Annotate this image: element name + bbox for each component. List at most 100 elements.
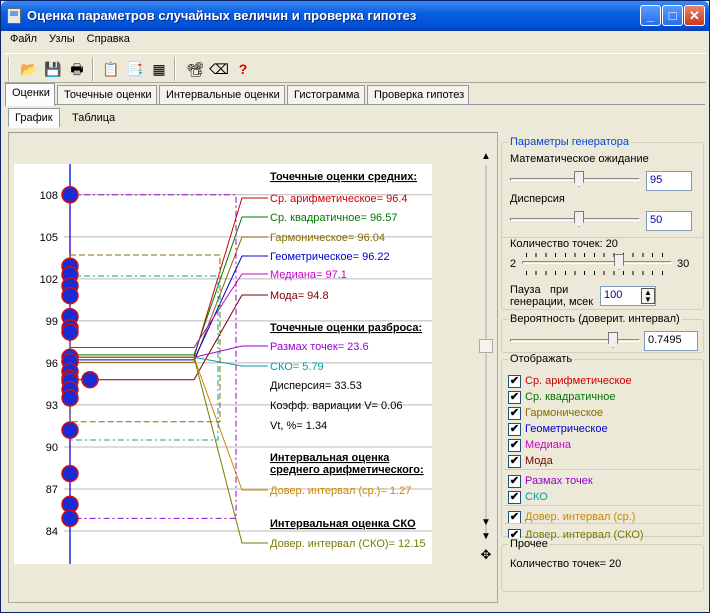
label-int_sko_title: Интервальная оценка СКО	[270, 518, 416, 530]
pause-label-3: генерации, мсек	[510, 296, 594, 308]
main-window: Оценка параметров случайных величин и пр…	[0, 0, 710, 613]
display-divider	[504, 523, 701, 524]
display-label-4: Медиана	[525, 439, 572, 451]
label-var: Коэфф. вариации V= 0.06	[270, 400, 402, 412]
connector-median	[70, 273, 268, 348]
window-title: Оценка параметров случайных величин и пр…	[27, 8, 417, 23]
tab-histogram[interactable]: Гистограмма	[287, 85, 365, 105]
display-checkbox-0[interactable]: ✔	[508, 375, 521, 388]
range-box	[69, 194, 237, 519]
copy-icon[interactable]: 📋	[100, 58, 122, 80]
close-button[interactable]: ✕	[684, 5, 705, 26]
app-icon	[7, 8, 21, 24]
y-tick-label: 87	[46, 484, 58, 496]
tab-point-estimates[interactable]: Точечные оценки	[57, 85, 157, 105]
probability-title: Вероятность (доверит. интервал)	[508, 313, 682, 325]
tab-graph[interactable]: График	[8, 108, 60, 128]
scroll-up-arrow[interactable]: ▲	[479, 151, 493, 163]
display-checkbox-6[interactable]: ✔	[508, 475, 521, 488]
tab-interval-estimates[interactable]: Интервальные оценки	[159, 85, 285, 105]
count-label: Количество точек: 20	[510, 238, 618, 250]
scroll-down-arrow-2[interactable]: ▼	[479, 531, 493, 543]
generator-group: Параметры генератора Математическое ожид…	[501, 136, 704, 238]
maximize-button[interactable]: □	[662, 5, 683, 26]
tab-estimates[interactable]: Оценки	[5, 83, 55, 106]
y-tick-label: 102	[40, 274, 58, 286]
menu-bar: Файл Узлы Справка	[4, 32, 136, 50]
data-point	[61, 509, 79, 528]
open-icon[interactable]: 📂	[18, 58, 40, 80]
display-label-0: Ср. арифметическое	[525, 375, 632, 387]
save-icon[interactable]: 💾	[42, 58, 64, 80]
menu-nodes[interactable]: Узлы	[43, 32, 81, 46]
label-means_title: Точечные оценки средних:	[270, 171, 417, 183]
export-icon[interactable]: 📑	[124, 58, 146, 80]
y-tick-label: 108	[40, 190, 58, 202]
label-median: Медиана= 97.1	[270, 269, 347, 281]
y-tick-label: 90	[46, 442, 58, 454]
label-vt: Vt, %= 1.34	[270, 420, 327, 432]
expect-input[interactable]: 95	[646, 171, 692, 191]
count-slider[interactable]	[522, 254, 672, 272]
connector-sko	[70, 356, 268, 367]
label-sko: СКО= 5.79	[270, 361, 324, 373]
label-quad: Ср. квадратичное= 96.57	[270, 212, 397, 224]
toolbar: 📂 💾 🖶 📋 📑 ▦ 📽 ⌫ ?	[4, 53, 706, 83]
display-checkbox-1[interactable]: ✔	[508, 391, 521, 404]
display-label-6: Размах точек	[525, 475, 593, 487]
connector-mode	[70, 294, 268, 381]
info-icon[interactable]: 📽	[184, 58, 206, 80]
display-checkbox-3[interactable]: ✔	[508, 423, 521, 436]
tab-hypotheses[interactable]: Проверка гипотез	[367, 85, 469, 105]
toolbar-separator	[174, 57, 176, 81]
scroll-thumb[interactable]	[479, 339, 493, 353]
expect-slider[interactable]	[510, 171, 640, 189]
scroll-down-arrow[interactable]: ▼	[479, 517, 493, 529]
other-title: Прочее	[508, 538, 550, 550]
pause-spin-icon[interactable]: ▲ ▼	[641, 288, 655, 304]
pause-label-2: при	[550, 284, 569, 296]
estimates-chart: 108 105 102 99 96 93 90 87 84 Точечные оценки сре…	[14, 164, 432, 564]
other-group: Прочее Количество точек= 20	[501, 538, 704, 592]
count-max: 30	[677, 258, 690, 270]
mode-point	[81, 370, 99, 389]
eraser-icon[interactable]: ⌫	[208, 58, 230, 80]
data-point	[61, 323, 79, 341]
display-label-2: Гармоническое	[525, 407, 603, 419]
help-icon[interactable]: ?	[232, 58, 254, 80]
probability-input[interactable]: 0.7495	[644, 331, 698, 351]
expect-label: Математическое ожидание	[510, 153, 649, 165]
label-int_title2: среднего арифметического:	[270, 464, 424, 476]
data-point	[61, 186, 79, 204]
disp-slider[interactable]	[510, 211, 640, 229]
minimize-button[interactable]: _	[640, 5, 661, 26]
y-tick-label: 99	[46, 316, 58, 328]
tab-table[interactable]: Таблица	[66, 109, 126, 127]
label-arith: Ср. арифметическое= 96.4	[270, 193, 408, 205]
label-range: Размах точек= 23.6	[270, 341, 369, 353]
point-count-text: Количество точек= 20	[510, 558, 622, 570]
label-harm: Гармоническое= 96.04	[270, 232, 385, 244]
label-mode: Мода= 94.8	[270, 290, 329, 302]
move-icon[interactable]: ✥	[479, 548, 493, 561]
display-checkbox-2[interactable]: ✔	[508, 407, 521, 420]
disp-label: Дисперсия	[510, 193, 565, 205]
display-title: Отображать	[508, 353, 575, 365]
display-label-1: Ср. квадратичное	[525, 391, 616, 403]
count-group: Количество точек: 20 2 30 Пауза при гене…	[501, 232, 704, 310]
title-bar: Оценка параметров случайных величин и пр…	[1, 1, 709, 31]
menu-file[interactable]: Файл	[4, 32, 43, 46]
generator-title: Параметры генератора	[508, 136, 632, 148]
plot-scrollbar[interactable]: ▲ ▼ ▼ ✥	[479, 151, 493, 571]
menu-help[interactable]: Справка	[81, 32, 136, 46]
data-point	[61, 389, 79, 407]
display-checkbox-7[interactable]: ✔	[508, 491, 521, 504]
probability-slider[interactable]	[510, 332, 640, 350]
display-checkbox-5[interactable]: ✔	[508, 455, 521, 468]
print-icon[interactable]: 🖶	[66, 58, 88, 80]
chart-icon[interactable]: ▦	[148, 58, 170, 80]
display-checkbox-4[interactable]: ✔	[508, 439, 521, 452]
disp-input[interactable]: 50	[646, 211, 692, 231]
connector-ci_mean	[70, 356, 268, 491]
display-divider	[504, 505, 701, 506]
